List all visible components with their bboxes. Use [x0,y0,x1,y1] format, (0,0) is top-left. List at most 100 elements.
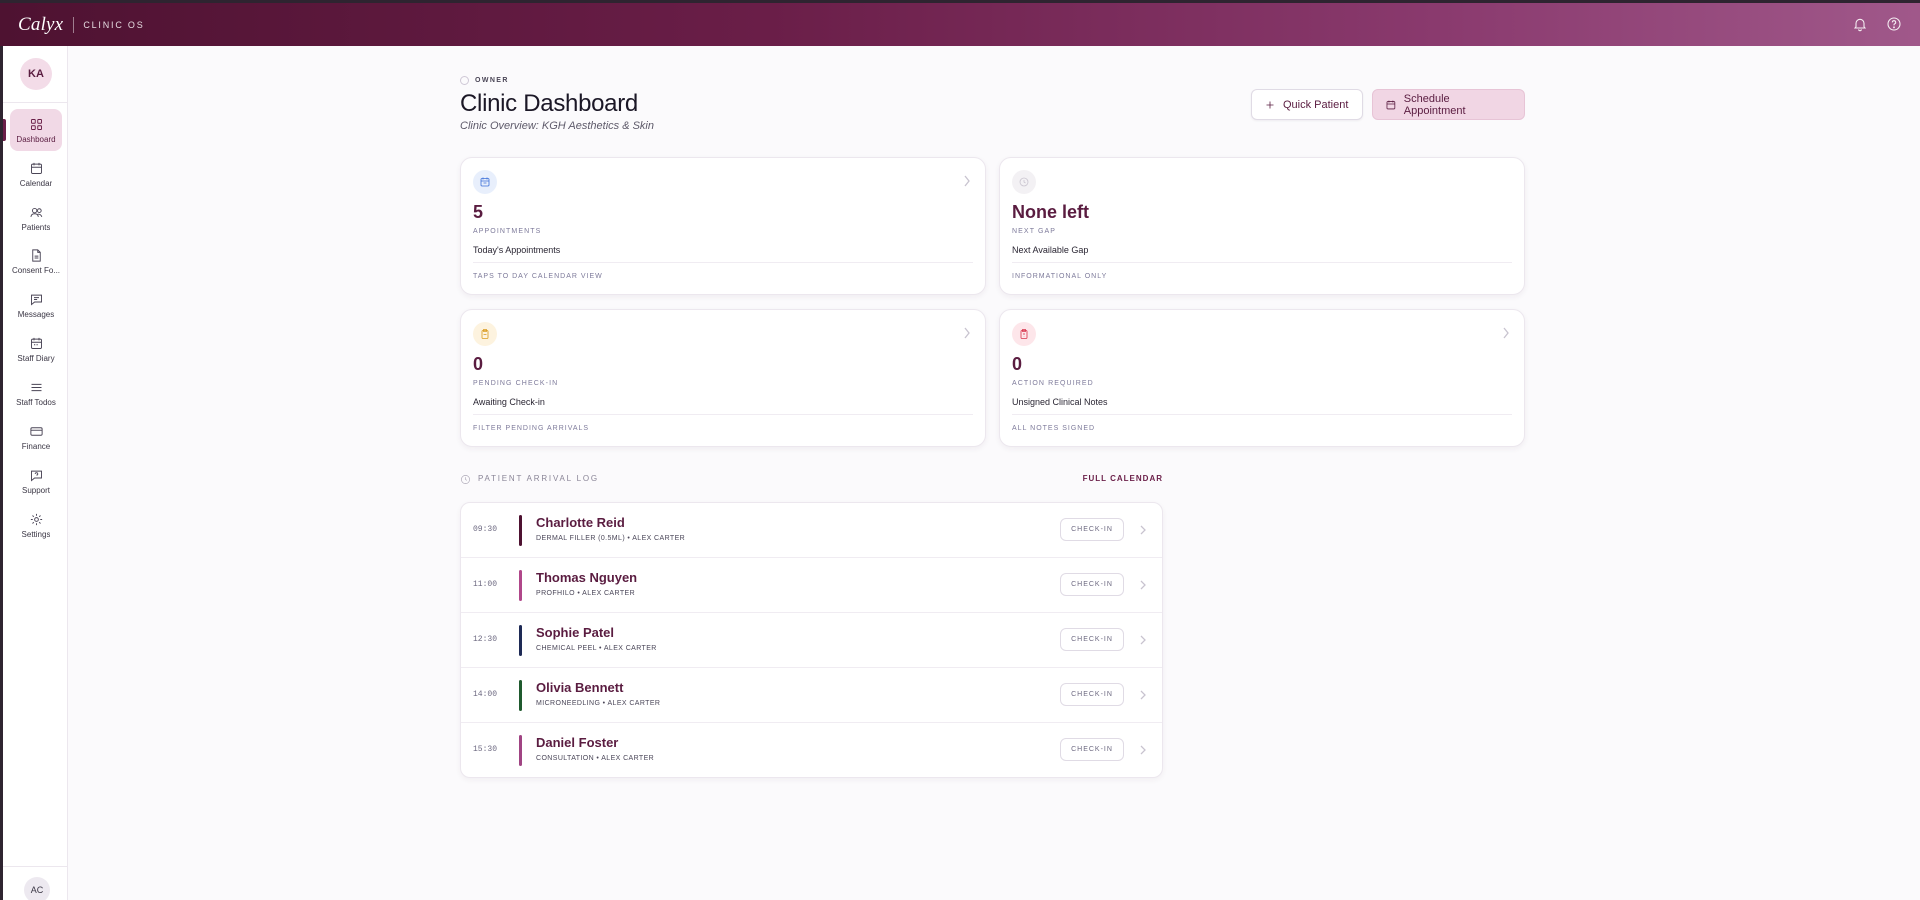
brand-separator [73,16,75,33]
chevron-right-icon[interactable] [1140,745,1146,755]
table-row[interactable]: 15:30 Daniel Foster CONSULTATION • ALEX … [461,723,1162,778]
help-icon[interactable] [1886,16,1902,32]
sidebar: KA Dashboard Calendar Patients Consent F… [0,46,68,900]
patient-name[interactable]: Daniel Foster [536,735,618,750]
treatment-color-bar [519,625,522,656]
sidebar-item-patients[interactable]: Patients [10,197,62,239]
card-caption: ACTION REQUIRED [1012,380,1094,387]
clock-icon [461,475,470,484]
patient-name[interactable]: Charlotte Reid [536,515,625,530]
support-icon [30,470,42,481]
sidebar-item-support[interactable]: Support [10,460,62,502]
card-value: None left [1012,202,1090,222]
schedule-appointment-button[interactable]: Schedule Appointment [1372,89,1525,120]
chevron-right-icon[interactable] [1140,635,1146,645]
sidebar-item-staff-diary[interactable]: Staff Diary [10,328,62,370]
bell-icon[interactable] [1852,16,1868,32]
chevron-right-icon[interactable] [1140,580,1146,590]
sidebar-item-label: Settings [21,529,51,539]
calendar-icon [473,170,497,194]
next-gap-card: None left NEXT GAP Next Available Gap IN… [999,157,1525,295]
brand-logo[interactable]: Calyx [18,14,63,36]
sidebar-item-settings[interactable]: Settings [10,504,62,546]
document-icon [31,248,41,262]
clock-icon [1012,170,1036,194]
treatment-color-bar [519,680,522,711]
calendar-icon [30,162,42,174]
appointment-meta: CONSULTATION • ALEX CARTER [536,755,655,762]
sidebar-item-label: Finance [21,441,51,451]
card-description: Unsigned Clinical Notes [1012,397,1108,407]
card-description: Awaiting Check-in [473,397,545,407]
patient-name[interactable]: Thomas Nguyen [536,570,637,585]
list-icon [31,383,41,391]
clipboard-icon [473,322,497,346]
action-required-card[interactable]: 0 ACTION REQUIRED Unsigned Clinical Note… [999,309,1525,447]
appointment-meta: CHEMICAL PEEL • ALEX CARTER [536,645,657,652]
appointment-time: 09:30 [473,525,498,534]
table-row[interactable]: 14:00 Olivia Bennett MICRONEEDLING • ALE… [461,668,1162,723]
chevron-right-icon[interactable] [1140,525,1146,535]
check-in-button[interactable]: CHECK-IN [1060,518,1124,541]
appointments-card[interactable]: 5 APPOINTMENTS Today's Appointments TAPS… [460,157,986,295]
treatment-color-bar [519,570,522,601]
card-icon [29,426,43,436]
appointment-time: 15:30 [473,745,498,754]
check-in-button[interactable]: CHECK-IN [1060,738,1124,761]
topbar-actions [1852,16,1902,32]
full-calendar-link[interactable]: FULL CALENDAR [1083,474,1163,483]
treatment-color-bar [519,735,522,766]
active-indicator [3,119,6,141]
card-footer: FILTER PENDING ARRIVALS [473,425,590,432]
sidebar-item-finance[interactable]: Finance [10,416,62,458]
arrival-log-list: 09:30 Charlotte Reid DERMAL FILLER (0.5M… [460,502,1163,778]
calendar-icon [1386,100,1396,109]
card-description: Today's Appointments [473,245,561,255]
quick-patient-button[interactable]: Quick Patient [1251,89,1363,120]
card-divider [473,414,973,415]
card-value: 0 [473,354,484,374]
sidebar-divider [3,866,68,867]
sidebar-item-label: Messages [17,309,55,319]
role-dot-icon [460,76,469,85]
sidebar-item-label: Consent Fo... [11,265,61,275]
card-divider [1012,414,1512,415]
sidebar-item-consent-forms[interactable]: Consent Fo... [10,240,62,282]
card-divider [1012,262,1512,263]
check-in-button[interactable]: CHECK-IN [1060,573,1124,596]
footer-avatar[interactable]: AC [24,877,50,900]
card-description: Next Available Gap [1012,245,1089,255]
sidebar-item-calendar[interactable]: Calendar [10,153,62,195]
sidebar-item-messages[interactable]: Messages [10,284,62,326]
role-label: OWNER [460,76,509,85]
check-in-button[interactable]: CHECK-IN [1060,683,1124,706]
pending-checkin-card[interactable]: 0 PENDING CHECK-IN Awaiting Check-in FIL… [460,309,986,447]
table-row[interactable]: 12:30 Sophie Patel CHEMICAL PEEL • ALEX … [461,613,1162,668]
patient-name[interactable]: Sophie Patel [536,625,614,640]
check-in-button[interactable]: CHECK-IN [1060,628,1124,651]
clipboard-alert-icon [1012,322,1036,346]
appointment-meta: DERMAL FILLER (0.5ML) • ALEX CARTER [536,535,686,542]
sidebar-item-label: Patients [21,222,51,232]
card-divider [473,262,973,263]
treatment-color-bar [519,515,522,546]
appointment-time: 11:00 [473,580,498,589]
patient-name[interactable]: Olivia Bennett [536,680,623,695]
product-name: CLINIC OS [83,19,145,30]
sidebar-item-dashboard[interactable]: Dashboard [10,109,62,151]
chevron-right-icon[interactable] [1140,690,1146,700]
appointment-meta: MICRONEEDLING • ALEX CARTER [536,700,661,707]
table-row[interactable]: 09:30 Charlotte Reid DERMAL FILLER (0.5M… [461,503,1162,558]
user-avatar[interactable]: KA [20,58,52,90]
plus-icon [1266,101,1274,108]
sidebar-item-label: Support [21,485,51,495]
card-caption: PENDING CHECK-IN [473,380,559,387]
table-row[interactable]: 11:00 Thomas Nguyen PROFHILO • ALEX CART… [461,558,1162,613]
page-title: Clinic Dashboard [460,90,638,117]
card-footer: TAPS TO DAY CALENDAR VIEW [473,273,603,280]
sidebar-item-label: Dashboard [16,134,56,144]
diary-icon [30,337,42,349]
sidebar-item-staff-todos[interactable]: Staff Todos [10,372,62,414]
grid-icon [30,118,42,130]
card-caption: APPOINTMENTS [473,228,542,235]
